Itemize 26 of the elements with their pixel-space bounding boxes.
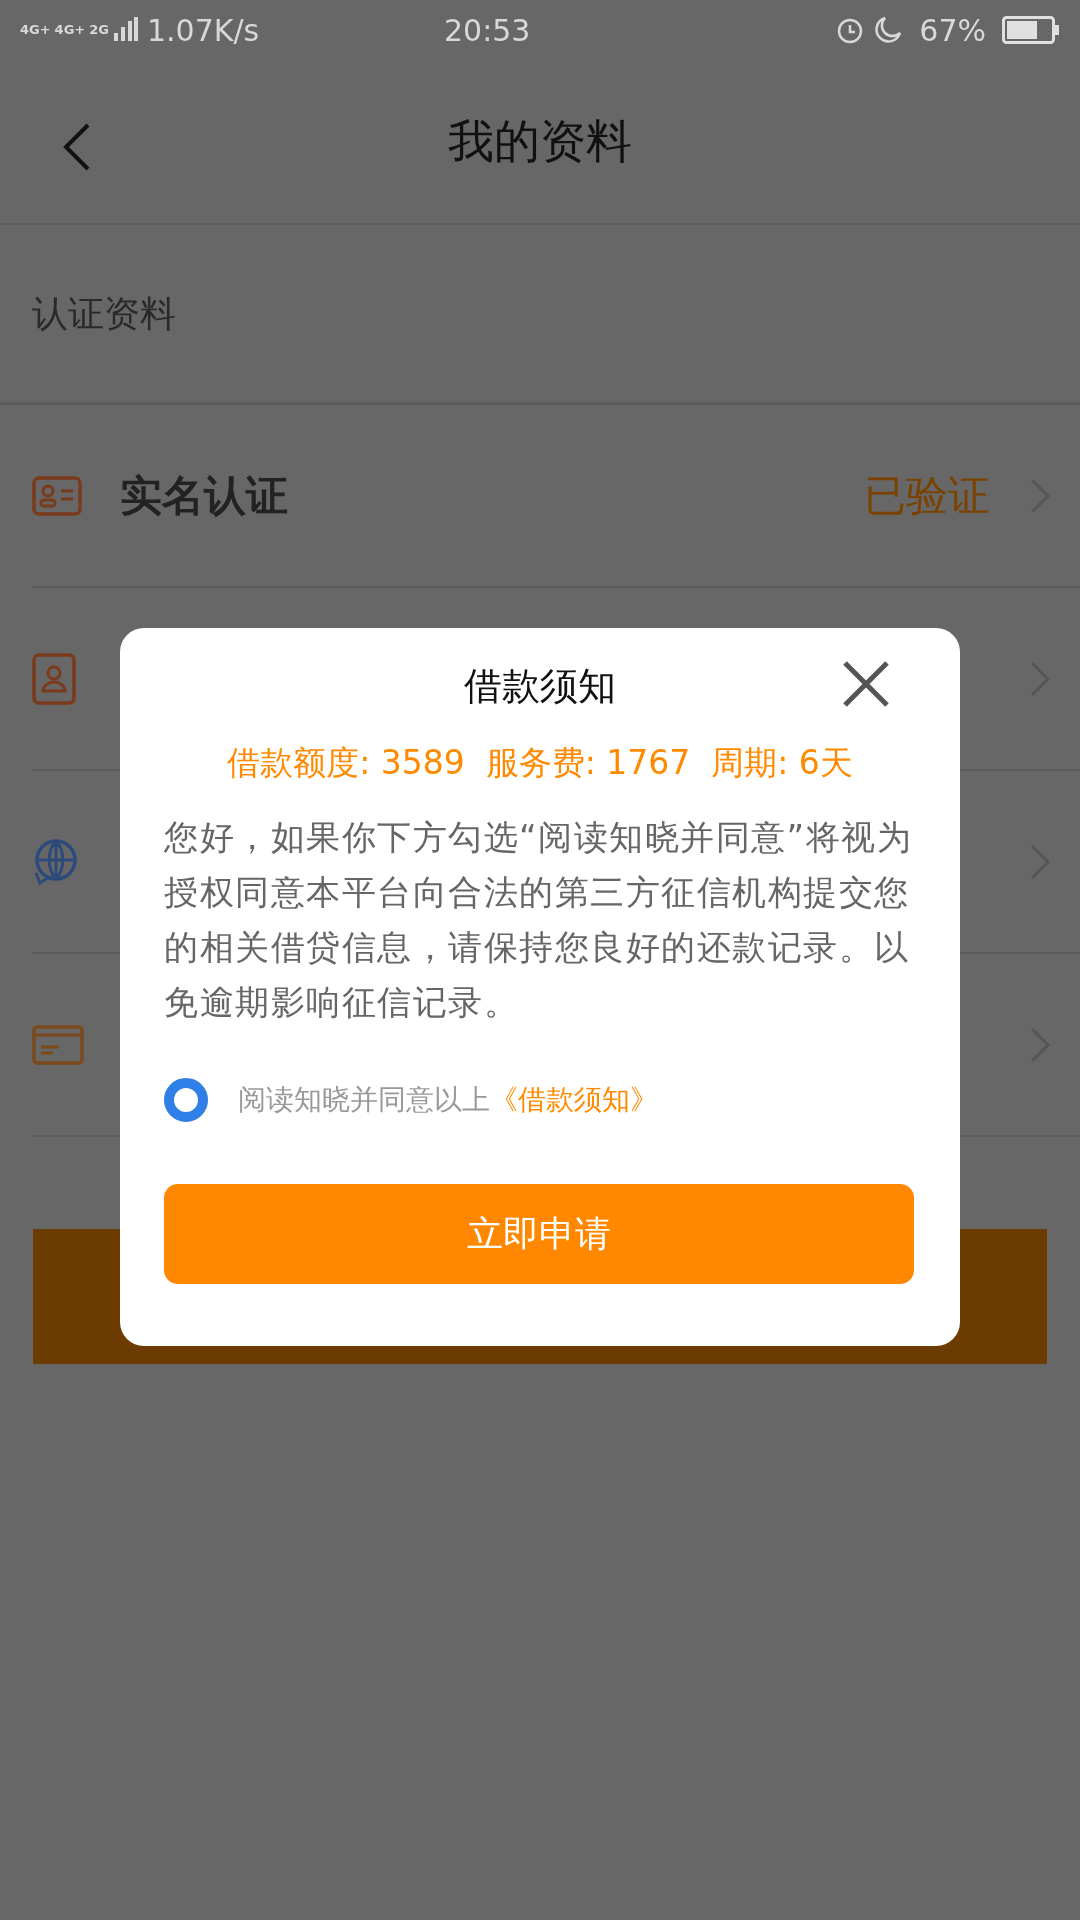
contact-book-icon [32,652,76,705]
network-label: 2G [89,23,109,37]
globe-icon [32,837,80,886]
network-label: 4G+ [54,23,86,37]
card-icon [32,1024,84,1065]
close-button[interactable] [842,660,890,708]
back-icon[interactable] [62,122,92,172]
page-title: 我的资料 [448,113,632,170]
notice-text: 您好，如果你下方勾选“阅读知晓并同意”将视为授权同意本平台向合法的第三方征信机构提交您的相关借贷信息，请保持您良好的还款记录。以免逾期影响征信记录。 [164,815,914,1024]
loan-summary: 借款额度: 3589 服务费: 1767 周期: 6天 [226,742,854,784]
dialog-title: 借款须知 [464,664,616,708]
network-speed: 1.07K/s [146,11,260,50]
row-label: 实名认证 [120,470,288,522]
id-card-icon [32,475,82,516]
agreement-text: 阅读知晓并同意以上 [238,1081,490,1118]
status-label: 已验证 [864,470,990,522]
apply-button[interactable]: 立即申请 [164,1183,914,1284]
signal-icon [112,17,139,43]
agreement-link[interactable]: 《借款须知》 [490,1078,658,1121]
network-label: 4G+ [20,23,51,37]
agree-radio[interactable] [164,1077,208,1122]
battery-icon [1002,16,1060,44]
section-label: 认证资料 [0,225,1080,405]
moon-icon [873,15,904,45]
battery-percent: 67% [919,11,986,50]
clock: 20:53 [444,11,532,50]
